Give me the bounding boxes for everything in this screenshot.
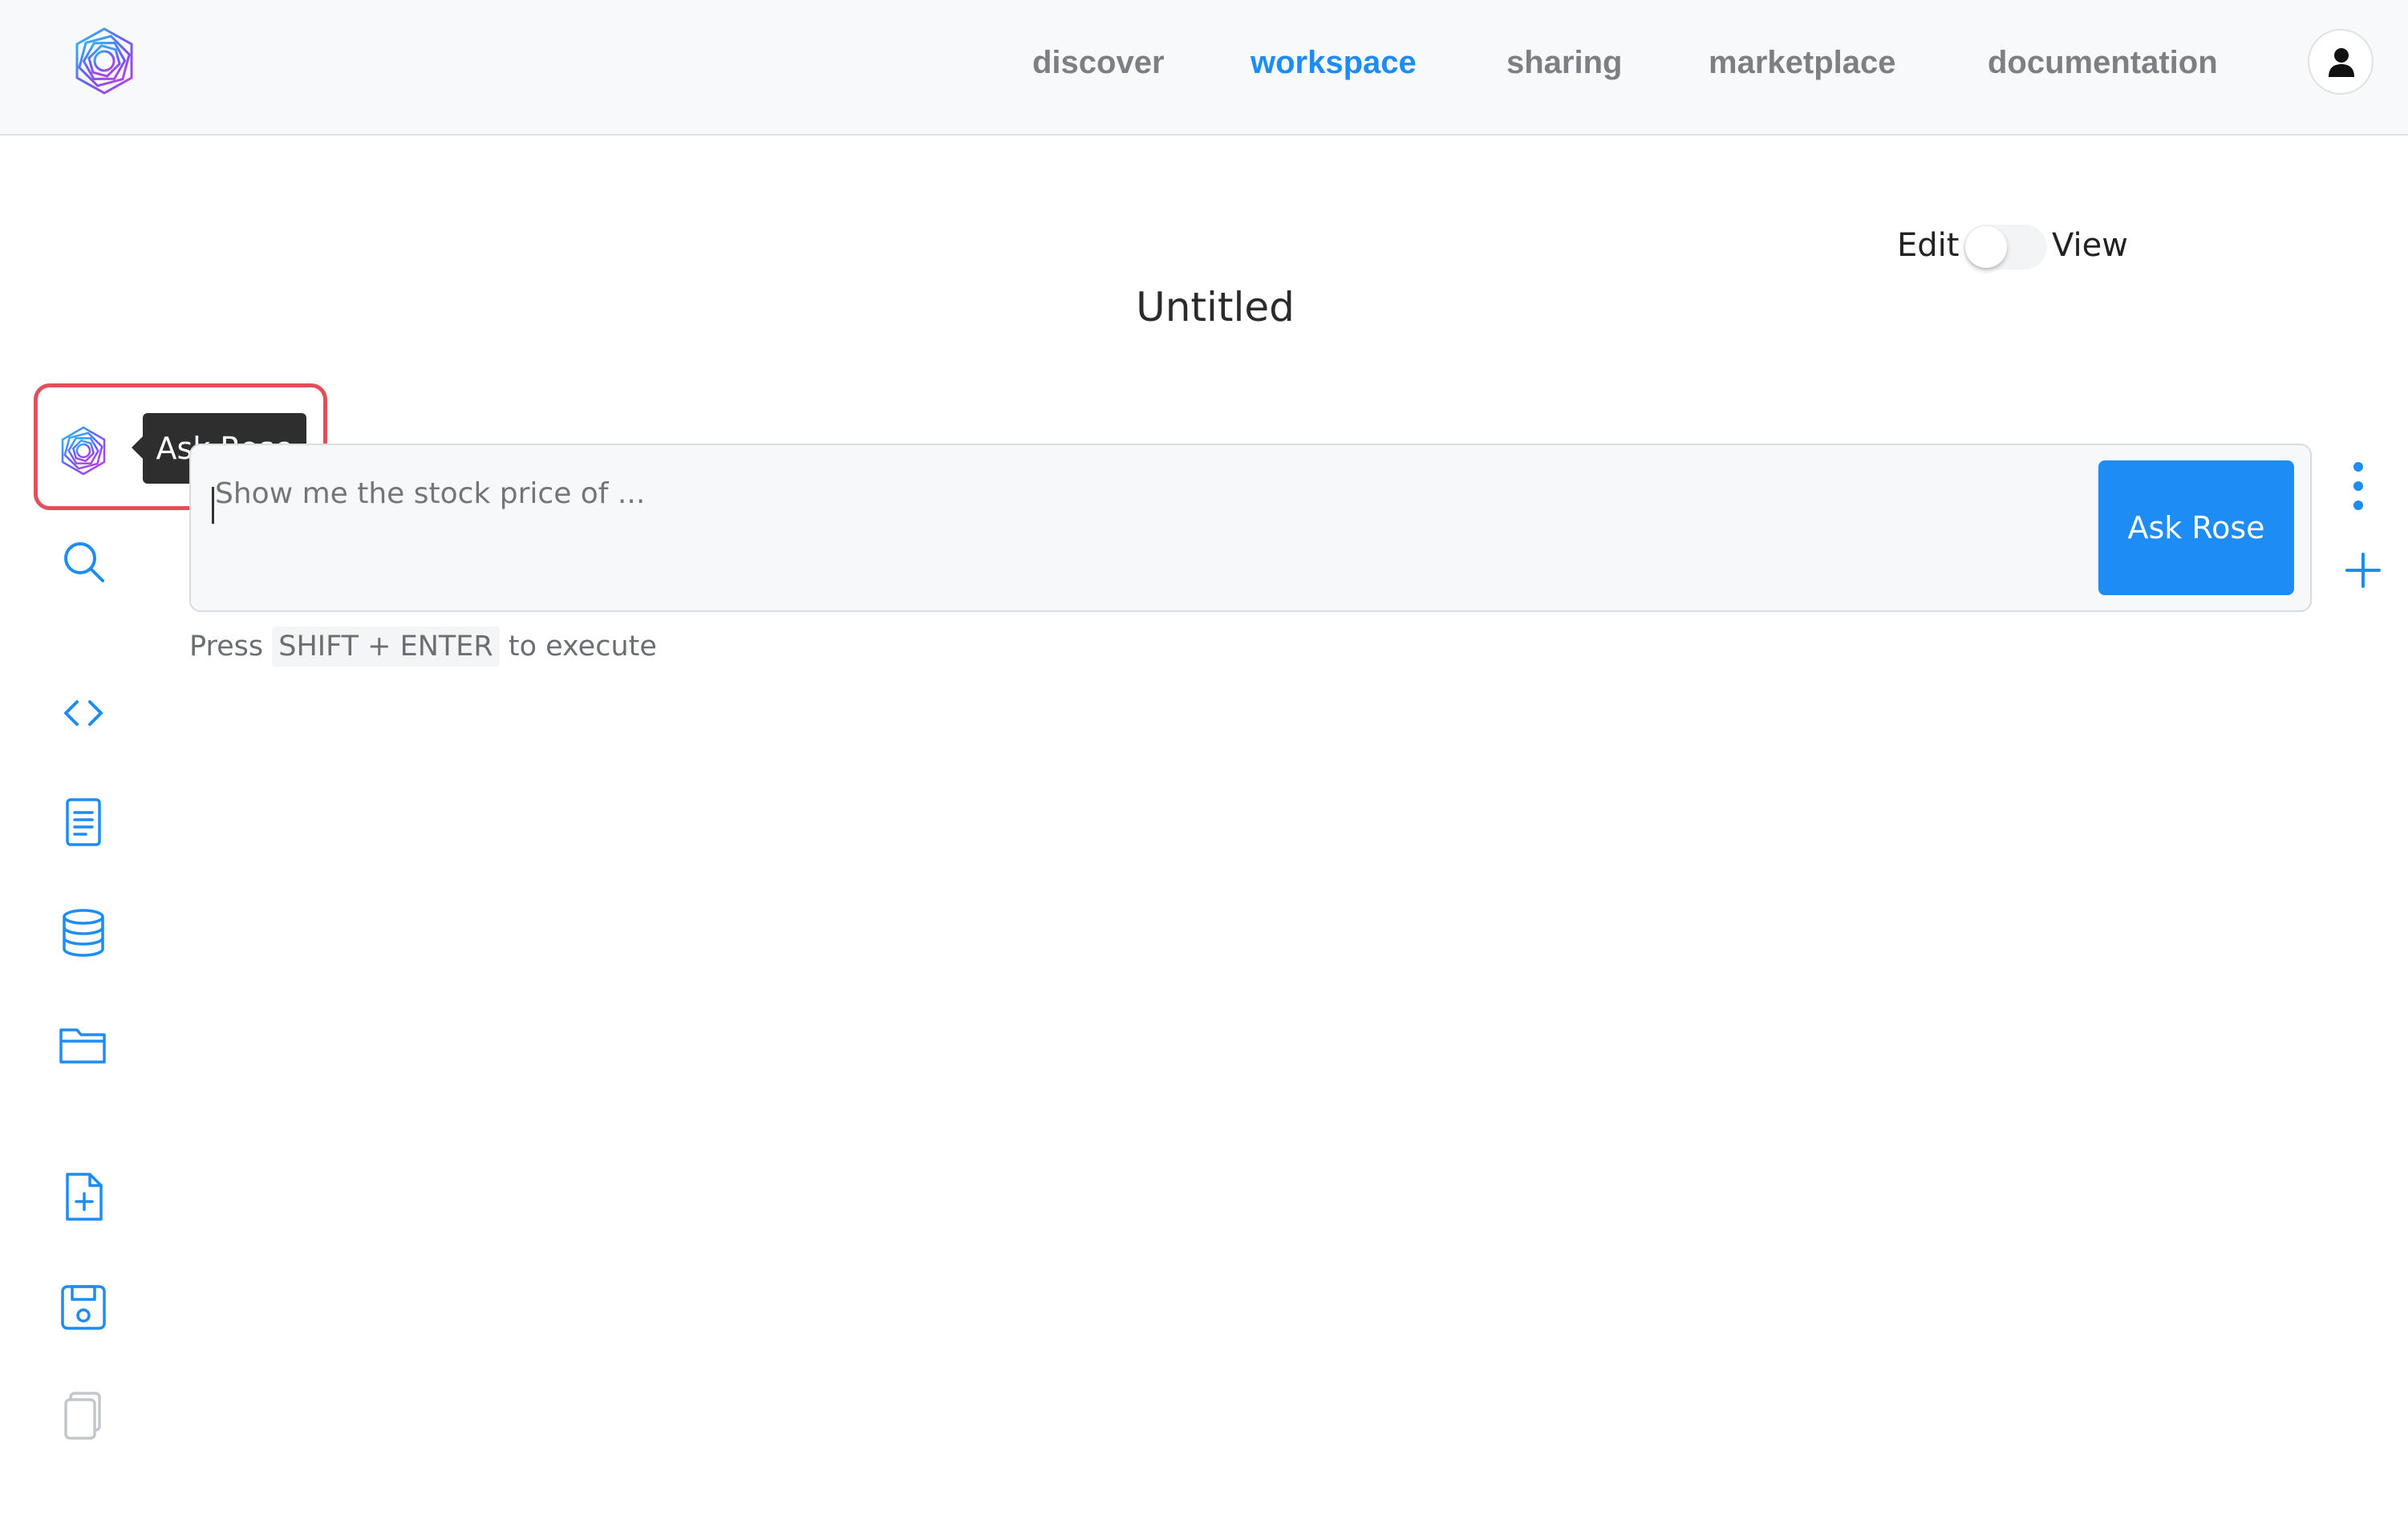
nav-documentation[interactable]: documentation [1988,40,2218,85]
edit-view-toggle[interactable] [1964,225,2047,270]
text-caret [212,487,214,524]
prompt-cell [189,444,2312,612]
top-navigation-bar: discover workspace sharing marketplace d… [0,0,2408,136]
edit-mode-label: Edit [1897,227,1960,264]
nav-marketplace[interactable]: marketplace [1709,40,1895,85]
prompt-input[interactable] [215,469,2108,517]
view-mode-label: View [2052,227,2128,264]
save-icon[interactable] [58,1282,109,1333]
folder-icon[interactable] [58,1019,109,1070]
rose-logo-icon[interactable] [71,26,138,96]
profile-button[interactable] [2308,29,2374,95]
user-icon [2329,48,2354,77]
plus-icon[interactable] [2344,551,2382,590]
nav-workspace[interactable]: workspace [1251,40,1417,85]
new-file-icon[interactable] [58,1171,109,1222]
nav-sharing[interactable]: sharing [1506,40,1622,85]
ask-rose-button[interactable]: Ask Rose [2098,460,2294,595]
hint-shortcut: SHIFT + ENTER [272,626,500,667]
hint-prefix: Press [189,630,264,663]
nav-discover[interactable]: discover [1032,40,1165,85]
document-icon[interactable] [58,796,109,848]
notebook-title[interactable]: Untitled [1043,281,1388,334]
search-icon[interactable] [58,536,109,587]
code-icon[interactable] [58,687,109,739]
tooltip-arrow [132,436,143,459]
toggle-knob [1965,226,2007,268]
copy-icon [58,1390,109,1441]
execute-hint: Press SHIFT + ENTER to execute [189,626,657,667]
kebab-menu-icon[interactable] [2353,462,2373,510]
hint-suffix: to execute [508,630,657,663]
database-icon[interactable] [58,907,109,959]
